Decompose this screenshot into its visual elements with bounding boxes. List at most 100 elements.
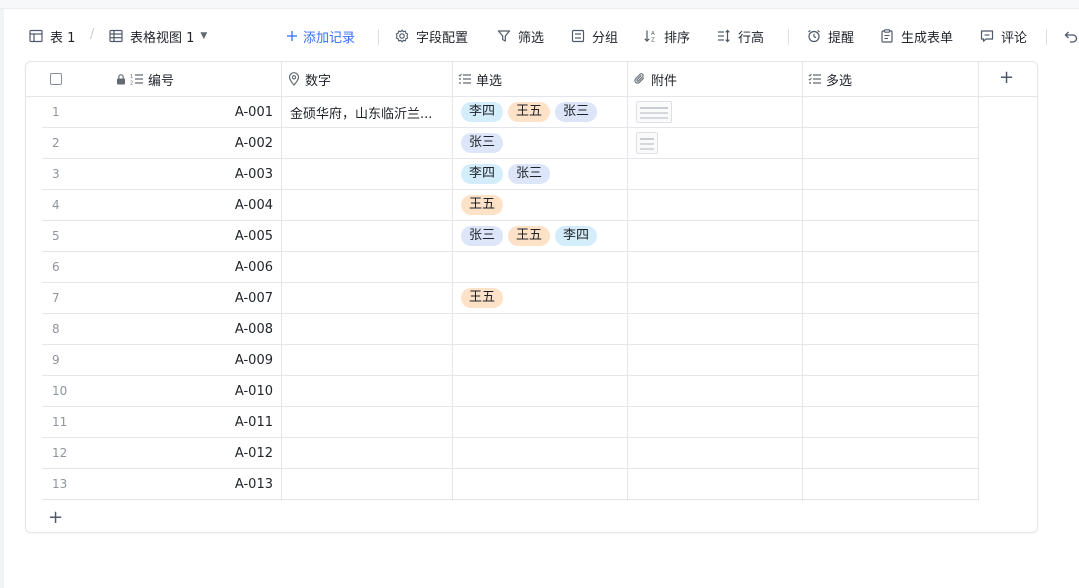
cell-single-select[interactable] — [453, 438, 627, 468]
attachment-thumbnail[interactable] — [636, 132, 658, 154]
cell-attachment[interactable] — [628, 469, 802, 499]
cell-number[interactable] — [282, 221, 452, 251]
column-header-multi-select[interactable]: 多选 — [808, 62, 968, 96]
cell-id[interactable]: A-009 — [102, 345, 281, 375]
cell-id[interactable]: A-001 — [102, 97, 281, 127]
comment-button[interactable]: 评论 — [979, 20, 1027, 52]
generate-form-button[interactable]: 生成表单 — [879, 20, 953, 52]
cell-id[interactable]: A-012 — [102, 438, 281, 468]
cell-attachment[interactable] — [628, 407, 802, 437]
cell-number[interactable] — [282, 314, 452, 344]
cell-id[interactable]: A-005 — [102, 221, 281, 251]
group-button[interactable]: 分组 — [570, 20, 618, 52]
table-row[interactable]: 11 A-011 — [42, 407, 979, 438]
table-row[interactable]: 10 A-010 — [42, 376, 979, 407]
cell-attachment[interactable] — [628, 190, 802, 220]
cell-number[interactable] — [282, 190, 452, 220]
table-row[interactable]: 2 A-002 张三 — [42, 128, 979, 159]
cell-multi-select[interactable] — [803, 345, 978, 375]
cell-id[interactable]: A-008 — [102, 314, 281, 344]
cell-multi-select[interactable] — [803, 97, 978, 127]
table-row[interactable]: 12 A-012 — [42, 438, 979, 469]
cell-attachment[interactable] — [628, 221, 802, 251]
cell-id[interactable]: A-002 — [102, 128, 281, 158]
cell-multi-select[interactable] — [803, 159, 978, 189]
cell-single-select[interactable] — [453, 314, 627, 344]
reminder-button[interactable]: 提醒 — [806, 20, 854, 52]
select-all-checkbox[interactable] — [50, 62, 70, 96]
cell-single-select[interactable] — [453, 252, 627, 282]
cell-number[interactable]: 金硕华府，山东临沂兰... — [282, 97, 452, 127]
cell-number[interactable] — [282, 407, 452, 437]
field-config-button[interactable]: 字段配置 — [394, 20, 468, 52]
cell-multi-select[interactable] — [803, 283, 978, 313]
add-column-button[interactable]: + — [999, 68, 1014, 88]
cell-multi-select[interactable] — [803, 407, 978, 437]
cell-number[interactable] — [282, 376, 452, 406]
table-row[interactable]: 8 A-008 — [42, 314, 979, 345]
cell-multi-select[interactable] — [803, 221, 978, 251]
cell-multi-select[interactable] — [803, 438, 978, 468]
cell-multi-select[interactable] — [803, 252, 978, 282]
column-header-attachment[interactable]: 附件 — [633, 62, 793, 96]
table-row[interactable]: 13 A-013 — [42, 469, 979, 500]
table-row[interactable]: 6 A-006 — [42, 252, 979, 283]
cell-multi-select[interactable] — [803, 190, 978, 220]
cell-attachment[interactable] — [628, 376, 802, 406]
tab-table-1[interactable]: 表 1 — [28, 20, 75, 52]
cell-number[interactable] — [282, 345, 452, 375]
cell-multi-select[interactable] — [803, 469, 978, 499]
add-row-button[interactable]: + — [48, 509, 63, 527]
table-row[interactable]: 4 A-004 王五 — [42, 190, 979, 221]
column-header-number[interactable]: 数字 — [287, 62, 447, 96]
cell-number[interactable] — [282, 283, 452, 313]
cell-single-select[interactable]: 张三 — [453, 128, 627, 158]
table-row[interactable]: 7 A-007 王五 — [42, 283, 979, 314]
cell-single-select[interactable] — [453, 345, 627, 375]
add-record-button[interactable]: 添加记录 — [284, 20, 355, 52]
column-header-single-select[interactable]: 单选 — [458, 62, 618, 96]
cell-id[interactable]: A-013 — [102, 469, 281, 499]
cell-attachment[interactable] — [628, 345, 802, 375]
sort-button[interactable]: AZ 排序 — [642, 20, 690, 52]
cell-attachment[interactable] — [628, 438, 802, 468]
cell-id[interactable]: A-004 — [102, 190, 281, 220]
table-row[interactable]: 3 A-003 李四 张三 — [42, 159, 979, 190]
cell-single-select[interactable]: 王五 — [453, 283, 627, 313]
cell-number[interactable] — [282, 252, 452, 282]
row-height-button[interactable]: 行高 — [716, 20, 764, 52]
cell-number[interactable] — [282, 438, 452, 468]
table-row[interactable]: 9 A-009 — [42, 345, 979, 376]
cell-attachment[interactable] — [628, 159, 802, 189]
cell-id[interactable]: A-006 — [102, 252, 281, 282]
cell-number[interactable] — [282, 469, 452, 499]
cell-id[interactable]: A-003 — [102, 159, 281, 189]
view-selector[interactable]: 表格视图 1 ▼ — [108, 20, 207, 52]
cell-single-select[interactable] — [453, 407, 627, 437]
undo-button[interactable] — [1063, 20, 1079, 52]
cell-multi-select[interactable] — [803, 314, 978, 344]
column-header-id[interactable]: 12 编号 — [114, 62, 274, 96]
cell-attachment[interactable] — [628, 97, 802, 127]
cell-single-select[interactable]: 张三 王五 李四 — [453, 221, 627, 251]
cell-single-select[interactable]: 李四 张三 — [453, 159, 627, 189]
cell-single-select[interactable] — [453, 376, 627, 406]
table-row[interactable]: 5 A-005 张三 王五 李四 — [42, 221, 979, 252]
attachment-thumbnail[interactable] — [636, 101, 672, 123]
cell-number[interactable] — [282, 128, 452, 158]
cell-number[interactable] — [282, 159, 452, 189]
cell-id[interactable]: A-010 — [102, 376, 281, 406]
filter-button[interactable]: 筛选 — [496, 20, 544, 52]
cell-attachment[interactable] — [628, 283, 802, 313]
cell-single-select[interactable]: 李四 王五 张三 — [453, 97, 627, 127]
cell-attachment[interactable] — [628, 252, 802, 282]
cell-id[interactable]: A-007 — [102, 283, 281, 313]
cell-attachment[interactable] — [628, 314, 802, 344]
cell-multi-select[interactable] — [803, 128, 978, 158]
table-row[interactable]: 1 A-001 金硕华府，山东临沂兰... 李四 王五 张三 — [42, 97, 979, 128]
cell-single-select[interactable]: 王五 — [453, 190, 627, 220]
cell-id[interactable]: A-011 — [102, 407, 281, 437]
cell-multi-select[interactable] — [803, 376, 978, 406]
cell-attachment[interactable] — [628, 128, 802, 158]
cell-single-select[interactable] — [453, 469, 627, 499]
